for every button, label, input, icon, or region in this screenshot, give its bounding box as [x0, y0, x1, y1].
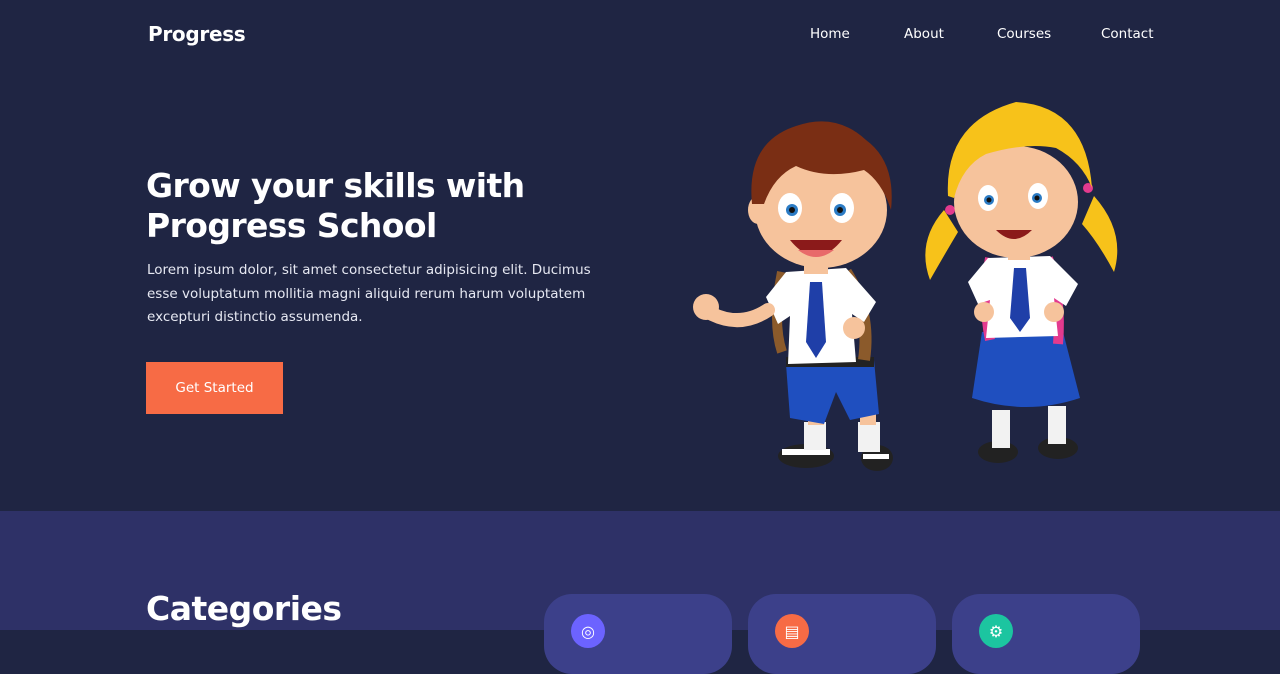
girl-figure — [925, 102, 1118, 463]
main-nav: Home About Courses Contact — [0, 26, 1280, 46]
nav-link-home[interactable]: Home — [810, 26, 850, 42]
hero-title: Grow your skills with Progress School — [146, 166, 606, 246]
globe-icon: ◎ — [571, 614, 605, 648]
nav-link-about[interactable]: About — [904, 26, 944, 42]
category-card-2[interactable]: ▤ — [748, 594, 936, 674]
nav-link-courses[interactable]: Courses — [997, 26, 1051, 42]
categories-title: Categories — [146, 589, 342, 628]
categories-section: Categories ◎ ▤ ⚙ — [0, 511, 1280, 674]
book-icon: ▤ — [775, 614, 809, 648]
category-card-1[interactable]: ◎ — [544, 594, 732, 674]
hero-title-line2: Progress School — [146, 206, 437, 245]
hero-section: Progress Home About Courses Contact Grow… — [0, 0, 1280, 511]
school-kids-illustration — [693, 102, 1118, 471]
nav-link-contact[interactable]: Contact — [1101, 26, 1154, 42]
gear-icon: ⚙ — [979, 614, 1013, 648]
hero-title-line1: Grow your skills with — [146, 166, 525, 205]
category-card-3[interactable]: ⚙ — [952, 594, 1140, 674]
boy-figure — [693, 121, 893, 471]
get-started-button[interactable]: Get Started — [146, 362, 283, 414]
hero-description: Lorem ipsum dolor, sit amet consectetur … — [147, 262, 591, 325]
